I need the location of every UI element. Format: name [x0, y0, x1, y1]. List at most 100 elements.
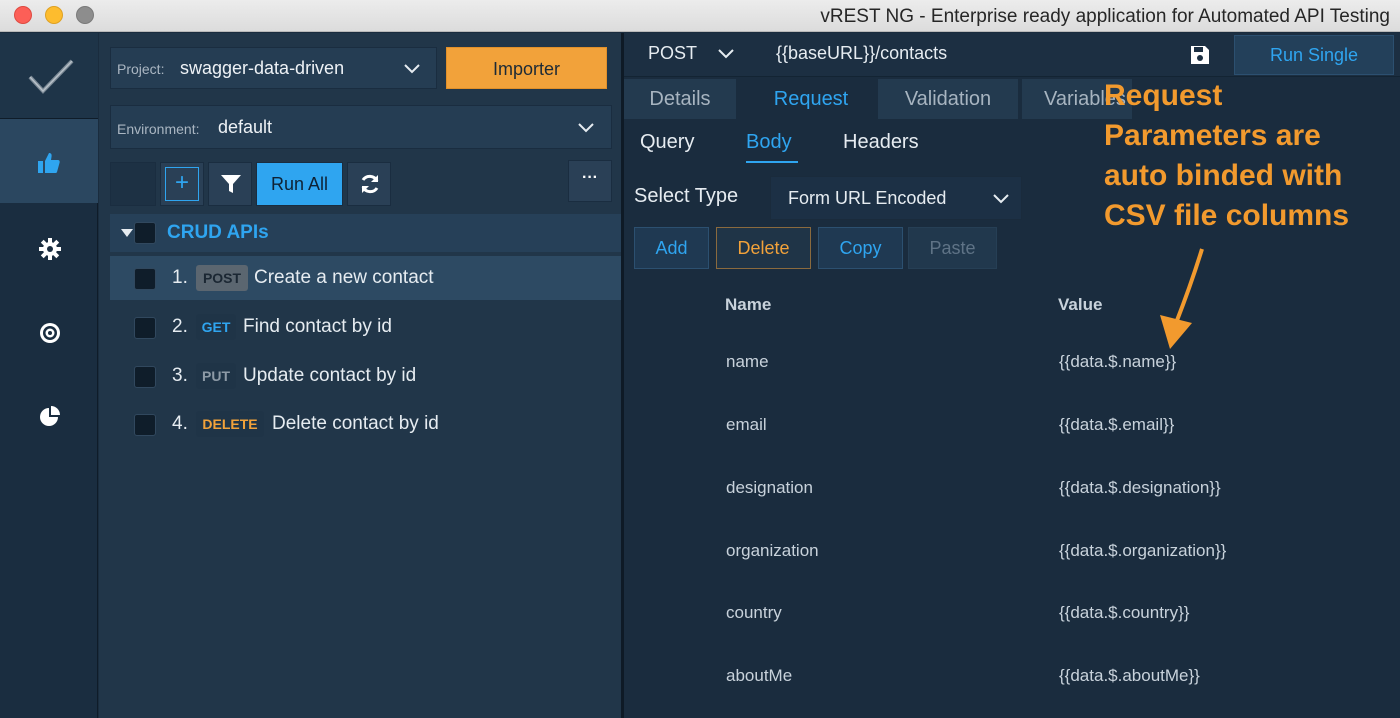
copy-button[interactable]: Copy	[818, 227, 903, 269]
request-checkbox[interactable]	[134, 317, 156, 339]
tab-validation[interactable]: Validation	[878, 79, 1018, 119]
active-subtab-indicator	[746, 161, 798, 163]
request-item[interactable]: 3. PUT Update contact by id	[110, 354, 621, 398]
request-title: Delete contact by id	[272, 413, 439, 434]
project-select[interactable]: Project: swagger-data-driven	[110, 47, 437, 89]
add-button[interactable]: Add	[634, 227, 709, 269]
column-header-name: Name	[725, 295, 772, 314]
environment-value: default	[218, 117, 273, 137]
maximize-window-button[interactable]	[76, 6, 94, 24]
project-label: Project:	[117, 61, 165, 77]
run-all-button[interactable]: Run All	[256, 162, 343, 206]
request-checkbox[interactable]	[134, 414, 156, 436]
more-options-button[interactable]: ···	[568, 160, 612, 202]
delete-button[interactable]: Delete	[716, 227, 811, 269]
method-badge-get: GET	[196, 314, 236, 340]
window-title: vREST NG - Enterprise ready application …	[820, 6, 1390, 27]
subtab-headers[interactable]: Headers	[843, 131, 919, 154]
param-value[interactable]: {{data.$.organization}}	[1059, 541, 1226, 561]
request-number: 3.	[172, 365, 188, 386]
app-window: vREST NG - Enterprise ready application …	[0, 0, 1400, 718]
chevron-down-icon	[993, 194, 1009, 204]
paste-button[interactable]: Paste	[908, 227, 997, 269]
rail-item-test-cases[interactable]	[0, 119, 98, 203]
request-number: 1.	[172, 267, 188, 288]
group-checkbox[interactable]	[134, 222, 156, 244]
request-list-panel: Project: swagger-data-driven Importer En…	[99, 33, 621, 718]
chevron-down-icon	[718, 49, 734, 59]
annotation-line: CSV file columns	[1104, 199, 1350, 232]
filter-icon	[221, 175, 241, 193]
environment-label: Environment:	[117, 121, 200, 137]
annotation-line: auto binded with	[1104, 159, 1343, 192]
request-item[interactable]: 4. DELETE Delete contact by id	[110, 402, 621, 446]
refresh-button[interactable]	[347, 162, 391, 206]
request-item[interactable]: 1. POST Create a new contact	[110, 256, 621, 300]
icon-rail	[0, 33, 98, 718]
title-bar: vREST NG - Enterprise ready application …	[0, 0, 1400, 32]
request-checkbox[interactable]	[134, 366, 156, 388]
pie-chart-icon	[40, 406, 60, 426]
param-name[interactable]: email	[726, 415, 767, 435]
run-single-button[interactable]: Run Single	[1234, 35, 1394, 75]
request-group[interactable]: CRUD APIs	[110, 214, 621, 252]
plus-icon: +	[165, 167, 199, 201]
select-all-area	[110, 162, 156, 206]
chevron-down-icon	[578, 123, 594, 133]
rail-item-reports[interactable]	[0, 377, 98, 461]
environment-select[interactable]: Environment: default	[110, 105, 612, 149]
project-value: swagger-data-driven	[180, 58, 345, 78]
param-value[interactable]: {{data.$.designation}}	[1059, 478, 1221, 498]
request-title: Update contact by id	[243, 365, 417, 386]
subtab-query[interactable]: Query	[640, 131, 694, 154]
annotation-line: Parameters are	[1104, 119, 1321, 152]
close-window-button[interactable]	[14, 6, 32, 24]
method-badge-delete: DELETE	[196, 411, 264, 437]
request-number: 2.	[172, 316, 188, 337]
request-checkbox[interactable]	[134, 268, 156, 290]
thumbs-up-icon	[38, 153, 60, 173]
param-name[interactable]: name	[726, 352, 769, 372]
url-input[interactable]: {{baseURL}}/contacts	[776, 43, 947, 64]
select-type-value: Form URL Encoded	[788, 188, 947, 208]
annotation-callout: Request Parameters are auto binded with …	[1104, 76, 1394, 236]
url-bar: POST {{baseURL}}/contacts Run Single	[624, 33, 1400, 77]
param-name[interactable]: designation	[726, 478, 813, 498]
method-select[interactable]: POST	[624, 33, 752, 77]
group-label: CRUD APIs	[167, 222, 269, 243]
rail-item-targets[interactable]	[0, 291, 98, 375]
subtab-body[interactable]: Body	[746, 131, 792, 154]
check-logo-icon	[28, 59, 74, 94]
param-name[interactable]: country	[726, 603, 782, 623]
annotation-line: Request	[1104, 79, 1223, 112]
request-title: Create a new contact	[254, 267, 434, 288]
param-name[interactable]: organization	[726, 541, 819, 561]
caret-down-icon	[121, 229, 133, 237]
request-number: 4.	[172, 413, 188, 434]
param-value[interactable]: {{data.$.country}}	[1059, 603, 1189, 623]
request-title: Find contact by id	[243, 316, 392, 337]
gear-icon	[39, 238, 61, 260]
select-type-dropdown[interactable]: Form URL Encoded	[770, 176, 1022, 220]
target-icon	[40, 323, 60, 343]
add-request-button[interactable]: +	[160, 162, 204, 206]
filter-button[interactable]	[208, 162, 252, 206]
minimize-window-button[interactable]	[45, 6, 63, 24]
tab-request[interactable]: Request	[740, 79, 882, 119]
app-logo[interactable]	[0, 33, 98, 119]
param-name[interactable]: aboutMe	[726, 666, 792, 686]
param-value[interactable]: {{data.$.email}}	[1059, 415, 1174, 435]
param-value[interactable]: {{data.$.aboutMe}}	[1059, 666, 1200, 686]
chevron-down-icon	[404, 64, 420, 74]
importer-button[interactable]: Importer	[446, 47, 607, 89]
param-value[interactable]: {{data.$.name}}	[1059, 352, 1176, 372]
method-badge-put: PUT	[196, 363, 236, 389]
annotation-arrow-icon	[1160, 248, 1204, 349]
method-value: POST	[648, 43, 698, 63]
rail-item-settings[interactable]	[0, 205, 98, 289]
method-badge-post: POST	[196, 265, 248, 291]
column-header-value: Value	[1058, 295, 1103, 314]
save-icon[interactable]	[1190, 45, 1210, 65]
request-item[interactable]: 2. GET Find contact by id	[110, 305, 621, 349]
tab-details[interactable]: Details	[624, 79, 736, 119]
